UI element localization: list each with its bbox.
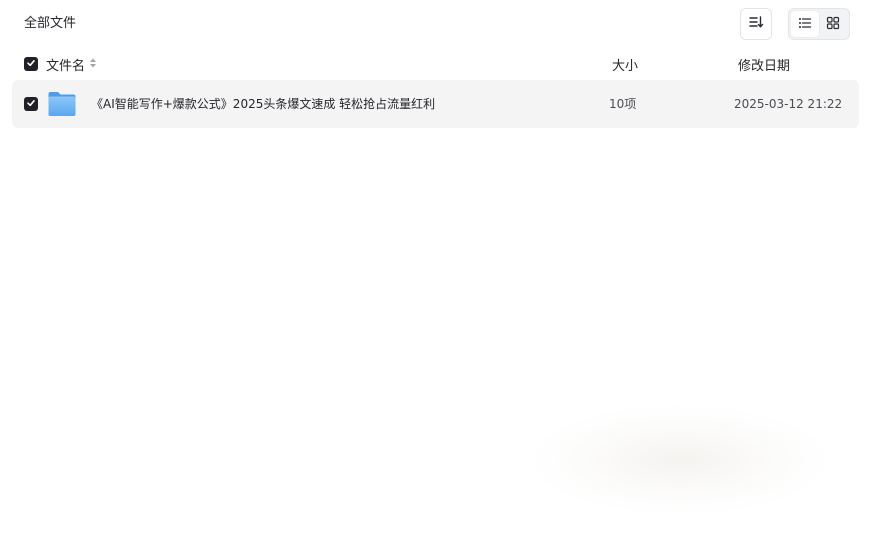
view-toggle — [788, 8, 850, 40]
grid-view-icon — [826, 15, 840, 34]
sort-toggle-icon — [89, 57, 97, 73]
row-checkbox[interactable] — [24, 97, 38, 111]
date-column-header[interactable]: 修改日期 — [738, 55, 790, 74]
breadcrumb[interactable]: 全部文件 — [24, 15, 76, 33]
file-list-header: 文件名 大小 修改日期 — [12, 48, 859, 80]
list-view-icon — [798, 15, 812, 34]
file-name[interactable]: 《AI智能写作+爆款公式》2025头条爆文速成 轻松抢占流量红利 — [91, 96, 435, 112]
select-all-checkbox[interactable] — [24, 57, 38, 71]
grid-view-button[interactable] — [819, 11, 847, 37]
list-view-button[interactable] — [791, 11, 819, 37]
sort-icon — [748, 14, 764, 34]
check-icon — [26, 97, 36, 111]
sort-button[interactable] — [740, 8, 772, 40]
folder-icon — [47, 90, 77, 121]
check-icon — [26, 57, 36, 72]
size-column-header[interactable]: 大小 — [612, 55, 638, 74]
file-modified-date: 2025-03-12 21:22 — [734, 97, 843, 111]
name-column-label: 文件名 — [46, 59, 86, 74]
background-glow — [530, 405, 830, 515]
file-size: 10项 — [609, 97, 637, 111]
file-browser: 全部文件 文件名 大小 修改日期 《AI智能写作+爆款公式》2025头条爆文速成… — [0, 0, 874, 538]
file-row[interactable]: 《AI智能写作+爆款公式》2025头条爆文速成 轻松抢占流量红利 10项 202… — [12, 80, 859, 128]
name-column-header[interactable]: 文件名 — [46, 55, 97, 74]
